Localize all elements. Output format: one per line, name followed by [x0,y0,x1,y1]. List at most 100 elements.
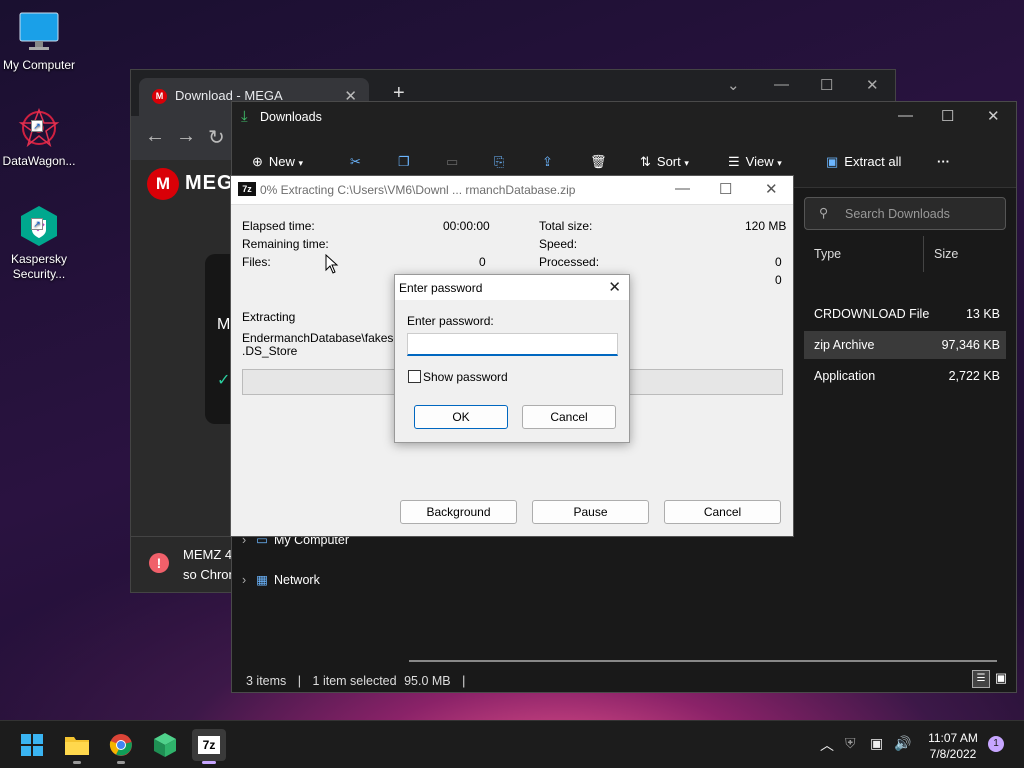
file-size: 97,346 KB [941,338,1000,352]
taskbar-file-explorer[interactable] [60,729,94,764]
chevron-right-icon: › [242,573,247,587]
extracting-label: Extracting [242,310,296,324]
shield-icon[interactable]: ⛨ [845,735,856,752]
close-icon[interactable]: ✕ [765,180,778,198]
file-size: 13 KB [965,307,1000,321]
running-indicator [73,761,81,764]
notification-line2: so Chron [183,567,236,582]
taskbar-chrome[interactable] [104,729,138,764]
total-size-value: 120 MB [745,219,787,233]
trash-icon: 🗑 [590,154,607,169]
sevenzip-title: 0% Extracting C:\Users\VM6\Downl ... rma… [260,183,576,197]
maximize-icon[interactable]: ☐ [941,107,954,125]
view-button[interactable]: ☰ View ▾ [728,154,782,170]
remaining-time-label: Remaining time: [242,237,329,251]
view-list-icon: ☰ [728,154,740,169]
taskbar-package-app[interactable] [148,729,182,761]
clock[interactable]: 11:07 AM 7/8/2022 [922,730,984,762]
forward-icon[interactable]: → [176,125,196,148]
desktop-icon-kaspersky[interactable]: ↗ Kaspersky Security... [0,204,79,282]
minimize-icon[interactable]: — [774,76,789,93]
scissors-icon: ✂ [350,154,361,169]
extract-all-label: Extract all [844,154,902,169]
cancel-button[interactable]: Cancel [522,405,616,429]
status-item-count: 3 items [246,674,287,688]
chevron-down-icon: ▾ [684,158,689,168]
file-row-selected[interactable]: zip Archive 97,346 KB [804,331,1006,359]
tiles-view-icon[interactable]: ▣ [992,670,1010,688]
details-view-icon[interactable]: ☰ [972,670,990,688]
plus-circle-icon: ⊕ [252,154,263,169]
more-options-button[interactable]: ··· [937,154,950,169]
show-password-checkbox[interactable] [408,370,421,383]
clock-time: 11:07 AM [928,731,978,745]
password-dialog-title: Enter password [399,281,483,295]
back-icon[interactable]: ← [145,125,165,148]
cancel-button[interactable]: Cancel [664,500,781,524]
files-label: Files: [242,255,271,269]
shortcut-arrow-icon: ↗ [31,120,43,132]
chevron-down-icon[interactable]: ⌄ [727,76,740,94]
mega-logo-icon: M [147,168,179,200]
column-header-size[interactable]: Size [934,236,1004,272]
search-placeholder: Search Downloads [845,207,950,221]
taskbar: 7z ︿ ⛨ ▣ 🔊 11:07 AM 7/8/2022 1 [0,720,1024,768]
notification-badge[interactable]: 1 [988,736,1004,752]
chrome-notification[interactable]: ! MEMZ 4 so Chron [131,536,236,592]
search-input[interactable]: ⚲ Search Downloads [804,197,1006,230]
mega-favicon-icon: M [152,89,167,104]
close-icon[interactable]: ✕ [608,278,621,296]
share-button[interactable]: ⇪ [542,154,559,170]
nav-label: Network [273,573,320,587]
delete-button[interactable]: 🗑 [590,154,613,170]
close-icon[interactable]: ✕ [866,76,879,94]
sort-icon: ⇅ [640,154,651,169]
file-row[interactable]: CRDOWNLOAD File 13 KB [804,300,1006,328]
extract-folder-icon: ▣ [826,154,839,169]
background-button[interactable]: Background [400,500,517,524]
new-button[interactable]: ⊕ New ▾ [252,154,303,170]
processed-value: 0 [775,255,782,269]
network-icon[interactable]: ▣ [870,735,883,752]
nav-item-network[interactable]: › ▦ Network [242,572,320,587]
start-button[interactable] [15,729,49,761]
mouse-cursor-icon [325,253,339,277]
reload-icon[interactable]: ↻ [208,125,225,150]
password-input[interactable] [407,333,618,356]
extract-all-button[interactable]: ▣ Extract all [826,154,901,170]
files-value: 0 [479,255,486,269]
pause-button[interactable]: Pause [532,500,649,524]
copy-button[interactable]: ❐ [398,154,416,170]
column-header-type[interactable]: Type [814,236,924,272]
minimize-icon[interactable]: — [675,180,690,197]
copy-icon: ❐ [398,154,410,169]
datawagon-icon: ↗ [17,106,61,150]
show-password-label[interactable]: Show password [423,370,508,384]
close-icon[interactable]: ✕ [987,107,1000,125]
chevron-up-icon[interactable]: ︿ [820,735,834,755]
file-type: zip Archive [814,338,875,352]
sort-button[interactable]: ⇅ Sort ▾ [640,154,689,170]
paste-button[interactable]: ▭ [446,154,464,170]
paste-icon: ▭ [446,154,459,169]
volume-icon[interactable]: 🔊 [894,735,911,752]
status-separator: | [297,674,302,688]
ok-button[interactable]: OK [414,405,508,429]
status-selected: 1 item selected [312,674,397,688]
processed-label: Processed: [539,255,600,269]
minimize-icon[interactable]: — [898,107,913,124]
horizontal-scrollbar[interactable] [409,660,997,662]
desktop-icon-label: DataWagon... [2,154,76,168]
status-separator: | [462,674,466,688]
cut-button[interactable]: ✂ [350,154,367,170]
folder-icon [65,737,89,755]
desktop-icon-datawagon[interactable]: ↗ DataWagon... [0,106,79,169]
check-icon: ✓ [217,372,231,389]
desktop-icon-my-computer[interactable]: My Computer [0,10,79,73]
taskbar-7zip[interactable]: 7z [192,729,226,764]
rename-button[interactable]: ⎘ [494,154,510,170]
maximize-icon[interactable]: ☐ [820,76,833,94]
maximize-icon[interactable]: ☐ [719,180,732,198]
mega-logo-text: MEG [185,172,234,194]
file-row[interactable]: Application 2,722 KB [804,362,1006,390]
